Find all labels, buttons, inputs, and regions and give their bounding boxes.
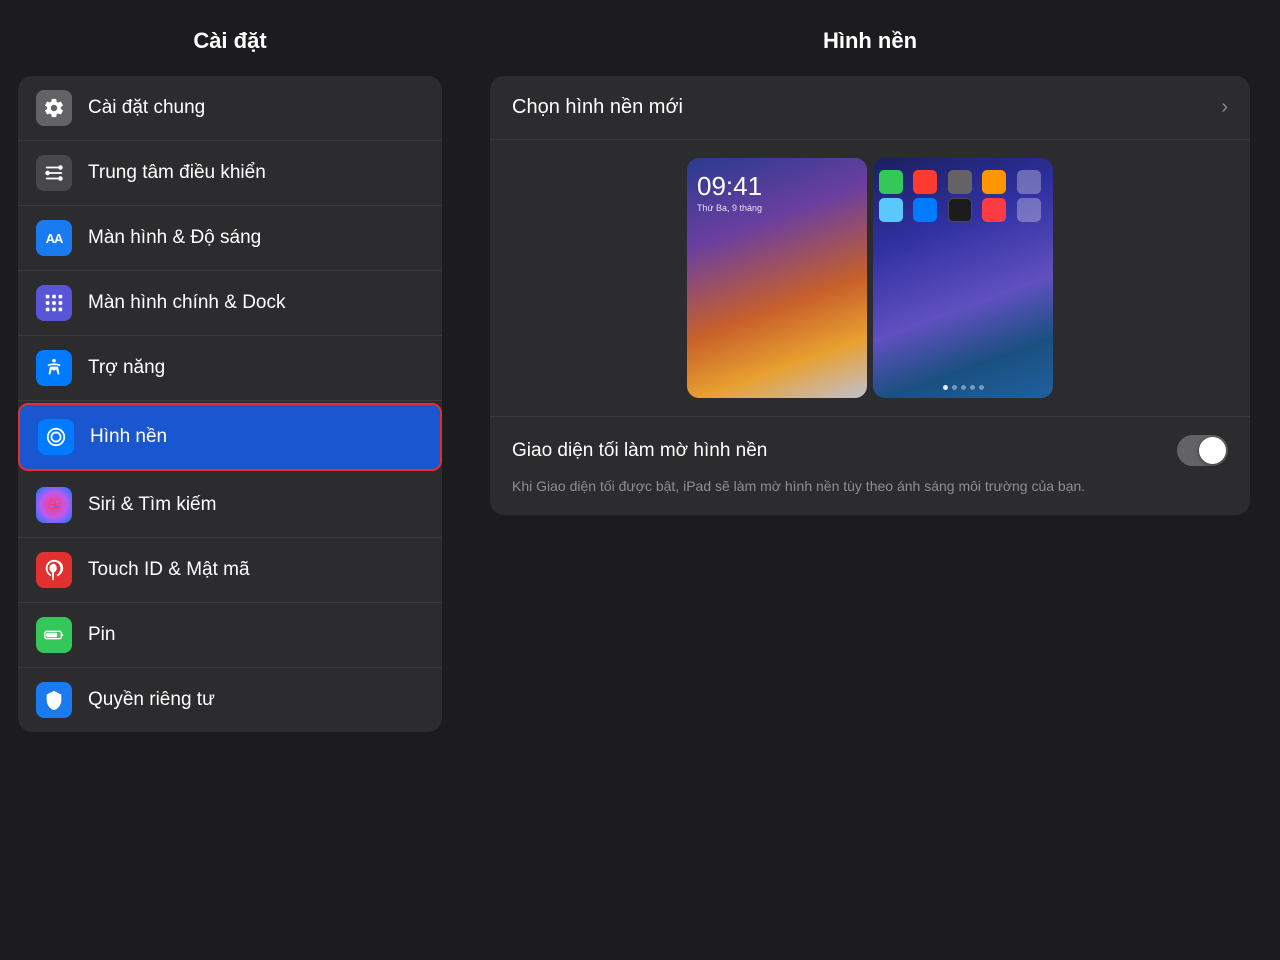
sidebar-item-label-touchid: Touch ID & Mật mã	[88, 559, 250, 581]
maps-app-icon	[948, 170, 972, 194]
preview-date: Thứ Ba, 9 tháng	[697, 203, 857, 213]
main-content: Hình nền Chọn hình nền mới › 09:41 Thứ B…	[460, 0, 1280, 960]
sidebar: Cài đặt Cài đặt chung	[0, 0, 460, 960]
sidebar-item-label-accessibility: Trợ năng	[88, 357, 165, 379]
wallpaper-preview: 09:41 Thứ Ba, 9 tháng	[490, 140, 1250, 417]
sidebar-list: Cài đặt chung Trung tâm điều khiển AA Mà…	[18, 76, 442, 732]
toggle-label: Giao diện tối làm mờ hình nền	[512, 440, 767, 462]
sidebar-item-touchid[interactable]: Touch ID & Mật mã	[18, 538, 442, 603]
chevron-right-icon: ›	[1221, 96, 1228, 119]
gear-icon	[36, 90, 72, 126]
sidebar-item-home-dock[interactable]: Màn hình chính & Dock	[18, 271, 442, 336]
dark-blur-toggle[interactable]	[1177, 435, 1228, 466]
sidebar-item-siri[interactable]: Siri & Tìm kiếm	[18, 473, 442, 538]
sidebar-item-general[interactable]: Cài đặt chung	[18, 76, 442, 141]
sidebar-item-battery[interactable]: Pin	[18, 603, 442, 668]
sidebar-item-accessibility[interactable]: Trợ năng	[18, 336, 442, 401]
sidebar-item-label-general: Cài đặt chung	[88, 97, 205, 119]
extra-app-icon2	[1017, 198, 1041, 222]
dot-2	[952, 385, 957, 390]
dot-1	[943, 385, 948, 390]
home-dock-icon	[36, 285, 72, 321]
dot-3	[961, 385, 966, 390]
accessibility-icon	[36, 350, 72, 386]
home-icons-grid	[879, 170, 1047, 222]
page-dots	[879, 305, 1047, 390]
toggle-description: Khi Giao diện tối được bật, iPad sẽ làm …	[490, 476, 1250, 515]
siri-icon	[36, 487, 72, 523]
preview-time: 09:41	[697, 172, 857, 201]
sidebar-item-control-center[interactable]: Trung tâm điều khiển	[18, 141, 442, 206]
lockscreen-preview: 09:41 Thứ Ba, 9 tháng	[687, 158, 867, 398]
tv-app-icon	[948, 198, 972, 222]
wallpaper-card: Chọn hình nền mới › 09:41 Thứ Ba, 9 thán…	[490, 76, 1250, 515]
sidebar-title: Cài đặt	[18, 0, 442, 76]
dot-5	[979, 385, 984, 390]
photos-app-icon	[879, 198, 903, 222]
music-app-icon	[982, 198, 1006, 222]
wallpaper-icon	[38, 419, 74, 455]
sidebar-item-label-control: Trung tâm điều khiển	[88, 162, 266, 184]
dark-blur-toggle-row: Giao diện tối làm mờ hình nền	[490, 417, 1250, 476]
appstore-app-icon	[913, 198, 937, 222]
sidebar-item-label-battery: Pin	[88, 624, 115, 646]
sidebar-item-label-siri: Siri & Tìm kiếm	[88, 494, 216, 516]
dot-4	[970, 385, 975, 390]
homescreen-preview	[873, 158, 1053, 398]
fingerprint-icon	[36, 552, 72, 588]
sidebar-item-label-display: Màn hình & Độ sáng	[88, 227, 261, 249]
sidebar-item-label-wallpaper: Hình nền	[90, 426, 167, 448]
extra-app-icon1	[1017, 170, 1041, 194]
choose-wallpaper-label: Chọn hình nền mới	[512, 96, 683, 119]
sidebar-item-label-homedock: Màn hình chính & Dock	[88, 292, 286, 314]
facetime-app-icon	[879, 170, 903, 194]
settings-app-icon	[982, 170, 1006, 194]
privacy-icon	[36, 682, 72, 718]
sidebar-item-label-privacy: Quyền riêng tư	[88, 689, 215, 711]
calendar-app-icon	[913, 170, 937, 194]
sidebar-item-wallpaper[interactable]: Hình nền	[18, 403, 442, 471]
sliders-icon	[36, 155, 72, 191]
sidebar-item-display[interactable]: AA Màn hình & Độ sáng	[18, 206, 442, 271]
battery-icon	[36, 617, 72, 653]
choose-wallpaper-row[interactable]: Chọn hình nền mới ›	[490, 76, 1250, 140]
sidebar-item-privacy[interactable]: Quyền riêng tư	[18, 668, 442, 732]
toggle-knob	[1199, 437, 1226, 464]
main-title: Hình nền	[490, 28, 1250, 76]
display-icon: AA	[36, 220, 72, 256]
